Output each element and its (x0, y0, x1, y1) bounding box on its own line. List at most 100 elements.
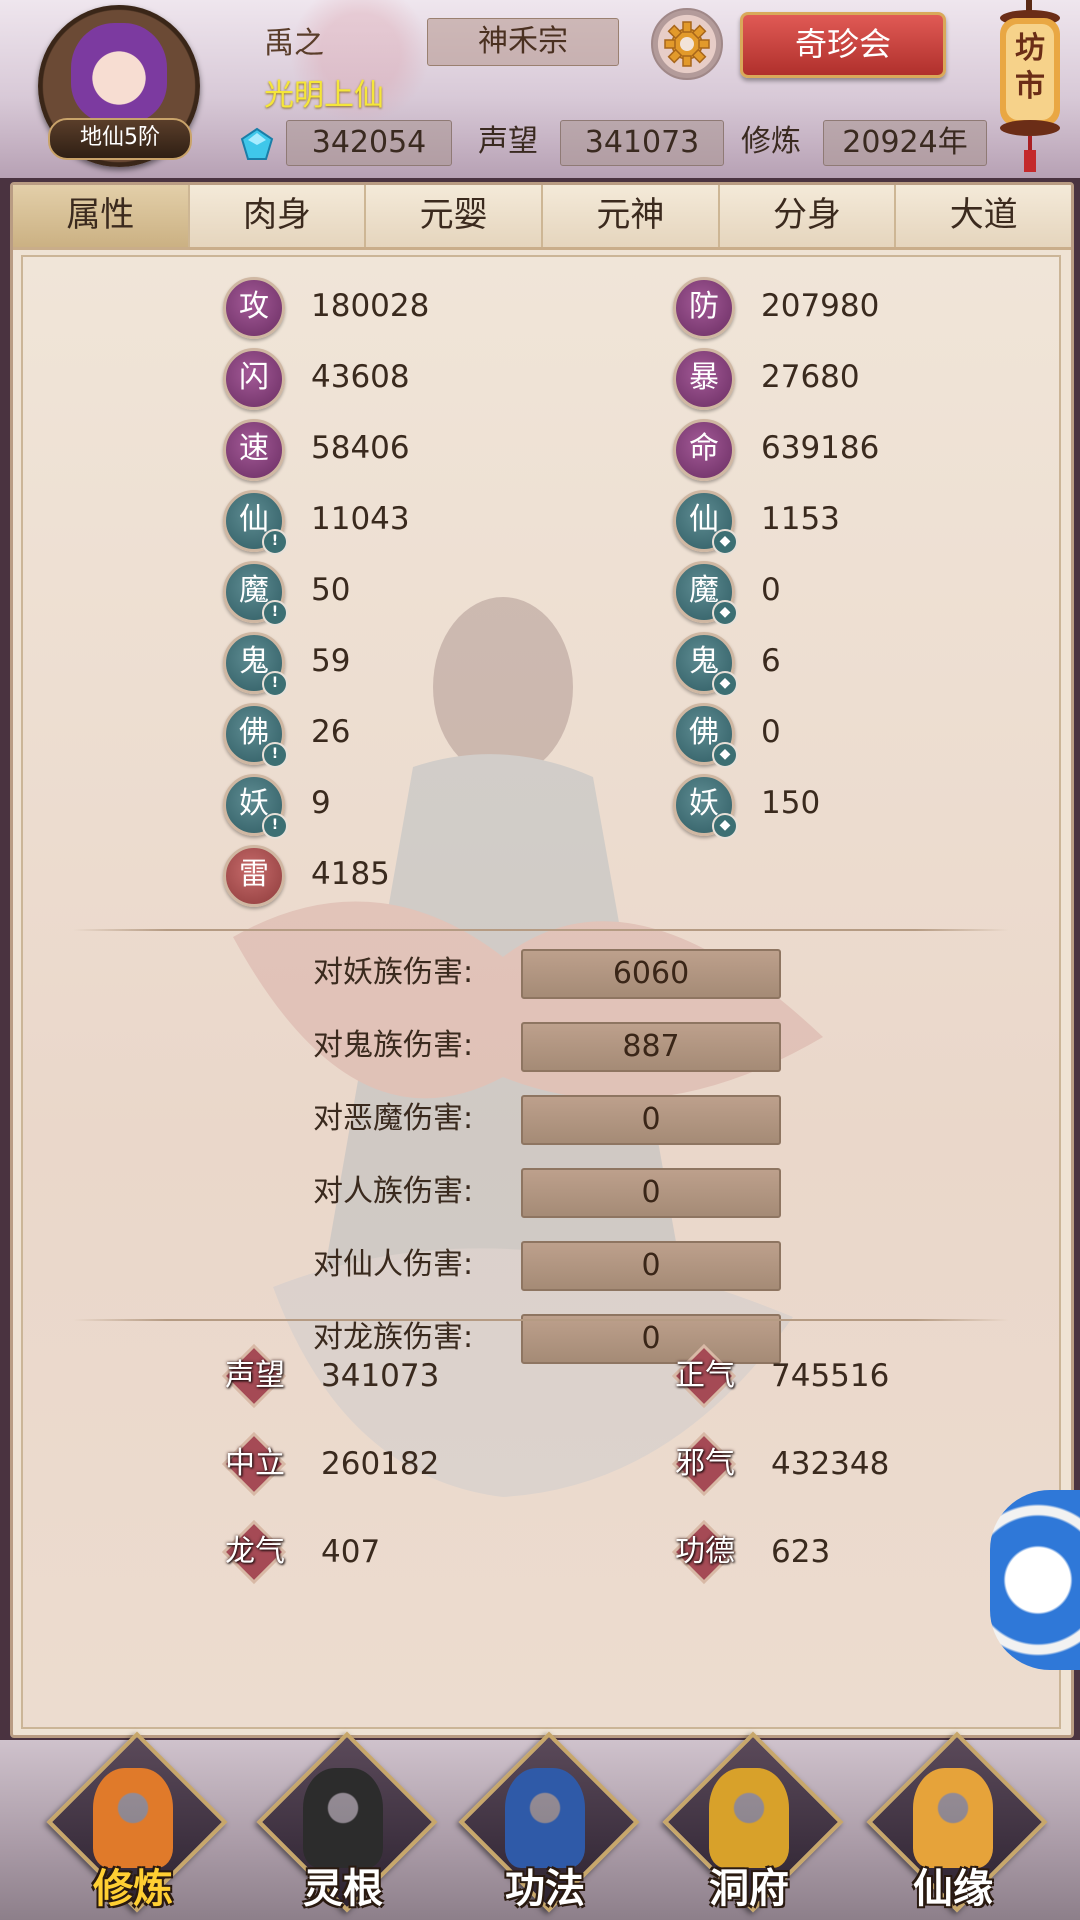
reputation-label: 正气 (675, 1358, 735, 1393)
damage-label: 对鬼族伤害: (313, 1028, 474, 1063)
attack-mark-icon: ! (262, 529, 288, 555)
reputation-badge: 龙气 (221, 1519, 287, 1585)
attribute-icon: 鬼! (223, 632, 288, 697)
damage-label: 对妖族伤害: (313, 955, 474, 990)
damage-value: 0 (521, 1168, 781, 1218)
reputation-row: 邪气 432348 (671, 1431, 991, 1497)
attribute-value: 639186 (761, 430, 880, 466)
damage-value: 0 (521, 1095, 781, 1145)
nav-taiji-sword-button[interactable]: 灵根 (256, 1731, 438, 1916)
tab-avatar-clone[interactable]: 分身 (720, 185, 897, 247)
realm-level-badge: 地仙5阶 (48, 118, 192, 160)
attribute-value: 58406 (311, 430, 410, 466)
nav-label: 洞府 (709, 1866, 789, 1912)
gem-count: 342054 (286, 120, 452, 166)
treasure-fair-button[interactable]: 奇珍会 (740, 12, 946, 78)
attribute-value: 9 (311, 785, 331, 821)
reputation-row: 正气 745516 (671, 1343, 991, 1409)
attribute-icon: 佛 ◆ (673, 703, 738, 768)
damage-label: 对人族伤害: (313, 1174, 474, 1209)
attribute-icon: 仙 ◆ (673, 490, 738, 555)
market-lantern-button[interactable]: 坊市 (990, 0, 1070, 175)
nav-pagoda-button[interactable]: 洞府 (662, 1731, 844, 1916)
reputation-value: 745516 (771, 1358, 890, 1394)
shield-mark-icon: ◆ (712, 742, 738, 768)
spirit-gem-icon (240, 127, 274, 160)
attribute-value: 150 (761, 785, 821, 821)
attribute-value: 50 (311, 572, 351, 608)
reputation-badge: 邪气 (671, 1431, 737, 1497)
nav-book-button[interactable]: 功法 (458, 1731, 640, 1916)
shield-mark-icon: ◆ (712, 813, 738, 839)
attribute-icon: 妖! (223, 774, 288, 839)
attack-mark-icon: ! (262, 600, 288, 626)
shield-mark-icon: ◆ (712, 600, 738, 626)
shield-mark-icon: ◆ (712, 529, 738, 555)
reputation-badge: 中立 (221, 1431, 287, 1497)
attribute-value: 1153 (761, 501, 840, 537)
attribute-row: 魔 ◆ 0 (673, 561, 973, 626)
attributes-panel: 属性 肉身 元婴 元神 分身 大道 攻 180028 闪 43608 速 58406 仙! 1… (10, 182, 1074, 1738)
attribute-value: 4185 (311, 856, 390, 892)
section-divider (73, 929, 1009, 931)
cultivation-years: 20924年 (823, 120, 987, 166)
damage-row: 对恶魔伤害: 0 (313, 1095, 793, 1145)
attribute-row: 妖! 9 (223, 774, 523, 839)
damage-row: 对鬼族伤害: 887 (313, 1022, 793, 1072)
attributes-content: 攻 180028 闪 43608 速 58406 仙! 11043 魔! 50 鬼! 59 佛! 26 妖!… (21, 255, 1061, 1729)
attribute-icon: 雷 (223, 845, 285, 907)
attribute-row: 攻 180028 (223, 277, 523, 339)
shield-mark-icon: ◆ (712, 671, 738, 697)
attribute-value: 6 (761, 643, 781, 679)
player-title: 光明上仙 (264, 78, 384, 113)
reputation-row: 声望 341073 (221, 1343, 541, 1409)
attack-mark-icon: ! (262, 742, 288, 768)
nav-label: 灵根 (303, 1866, 383, 1912)
reputation-value: 407 (321, 1534, 381, 1570)
tab-nascent-soul[interactable]: 元婴 (366, 185, 544, 247)
reputation-row: 中立 260182 (221, 1431, 541, 1497)
reputation-label: 声望 (478, 124, 538, 159)
tab-attributes[interactable]: 属性 (13, 185, 190, 247)
damage-label: 对恶魔伤害: (313, 1101, 474, 1136)
book-icon (505, 1768, 585, 1868)
attribute-icon: 鬼 ◆ (673, 632, 738, 697)
nav-monk-button[interactable]: 修炼 (46, 1731, 228, 1916)
attribute-icon: 仙! (223, 490, 288, 555)
attribute-row: 暴 27680 (673, 348, 973, 410)
reputation-label: 功德 (675, 1534, 735, 1569)
attribute-icon: 魔! (223, 561, 288, 626)
attribute-icon: 暴 (673, 348, 735, 410)
attack-mark-icon: ! (262, 813, 288, 839)
sect-name[interactable]: 神禾宗 (427, 18, 619, 66)
attribute-row: 鬼! 59 (223, 632, 523, 697)
attribute-icon: 魔 ◆ (673, 561, 738, 626)
reputation-row: 功德 623 (671, 1519, 991, 1585)
nav-label: 仙缘 (913, 1866, 993, 1912)
nav-gourd-button[interactable]: 仙缘 (866, 1731, 1048, 1916)
settings-gear-icon[interactable] (651, 8, 723, 80)
attribute-icon: 妖 ◆ (673, 774, 738, 839)
section-divider (73, 1319, 1009, 1321)
tab-great-dao[interactable]: 大道 (896, 185, 1071, 247)
attribute-row: 魔! 50 (223, 561, 523, 626)
attribute-value: 26 (311, 714, 351, 750)
attribute-row: 佛! 26 (223, 703, 523, 768)
reputation-value: 341073 (560, 120, 724, 166)
attribute-row: 闪 43608 (223, 348, 523, 410)
attribute-row: 鬼 ◆ 6 (673, 632, 973, 697)
reputation-badge: 声望 (221, 1343, 287, 1409)
market-label: 坊市 (1015, 31, 1045, 104)
tab-body[interactable]: 肉身 (190, 185, 367, 247)
reputation-value: 432348 (771, 1446, 890, 1482)
tab-primordial-spirit[interactable]: 元神 (543, 185, 720, 247)
monk-icon (93, 1768, 173, 1868)
reputation-value: 260182 (321, 1446, 440, 1482)
attribute-tabs: 属性 肉身 元婴 元神 分身 大道 (13, 185, 1071, 250)
chat-bubble-icon[interactable] (990, 1490, 1080, 1670)
reputation-row: 龙气 407 (221, 1519, 541, 1585)
player-name: 禹之 (264, 26, 324, 61)
attribute-row: 佛 ◆ 0 (673, 703, 973, 768)
avatar-portrait (71, 23, 167, 123)
attribute-row: 雷 4185 (223, 845, 523, 907)
